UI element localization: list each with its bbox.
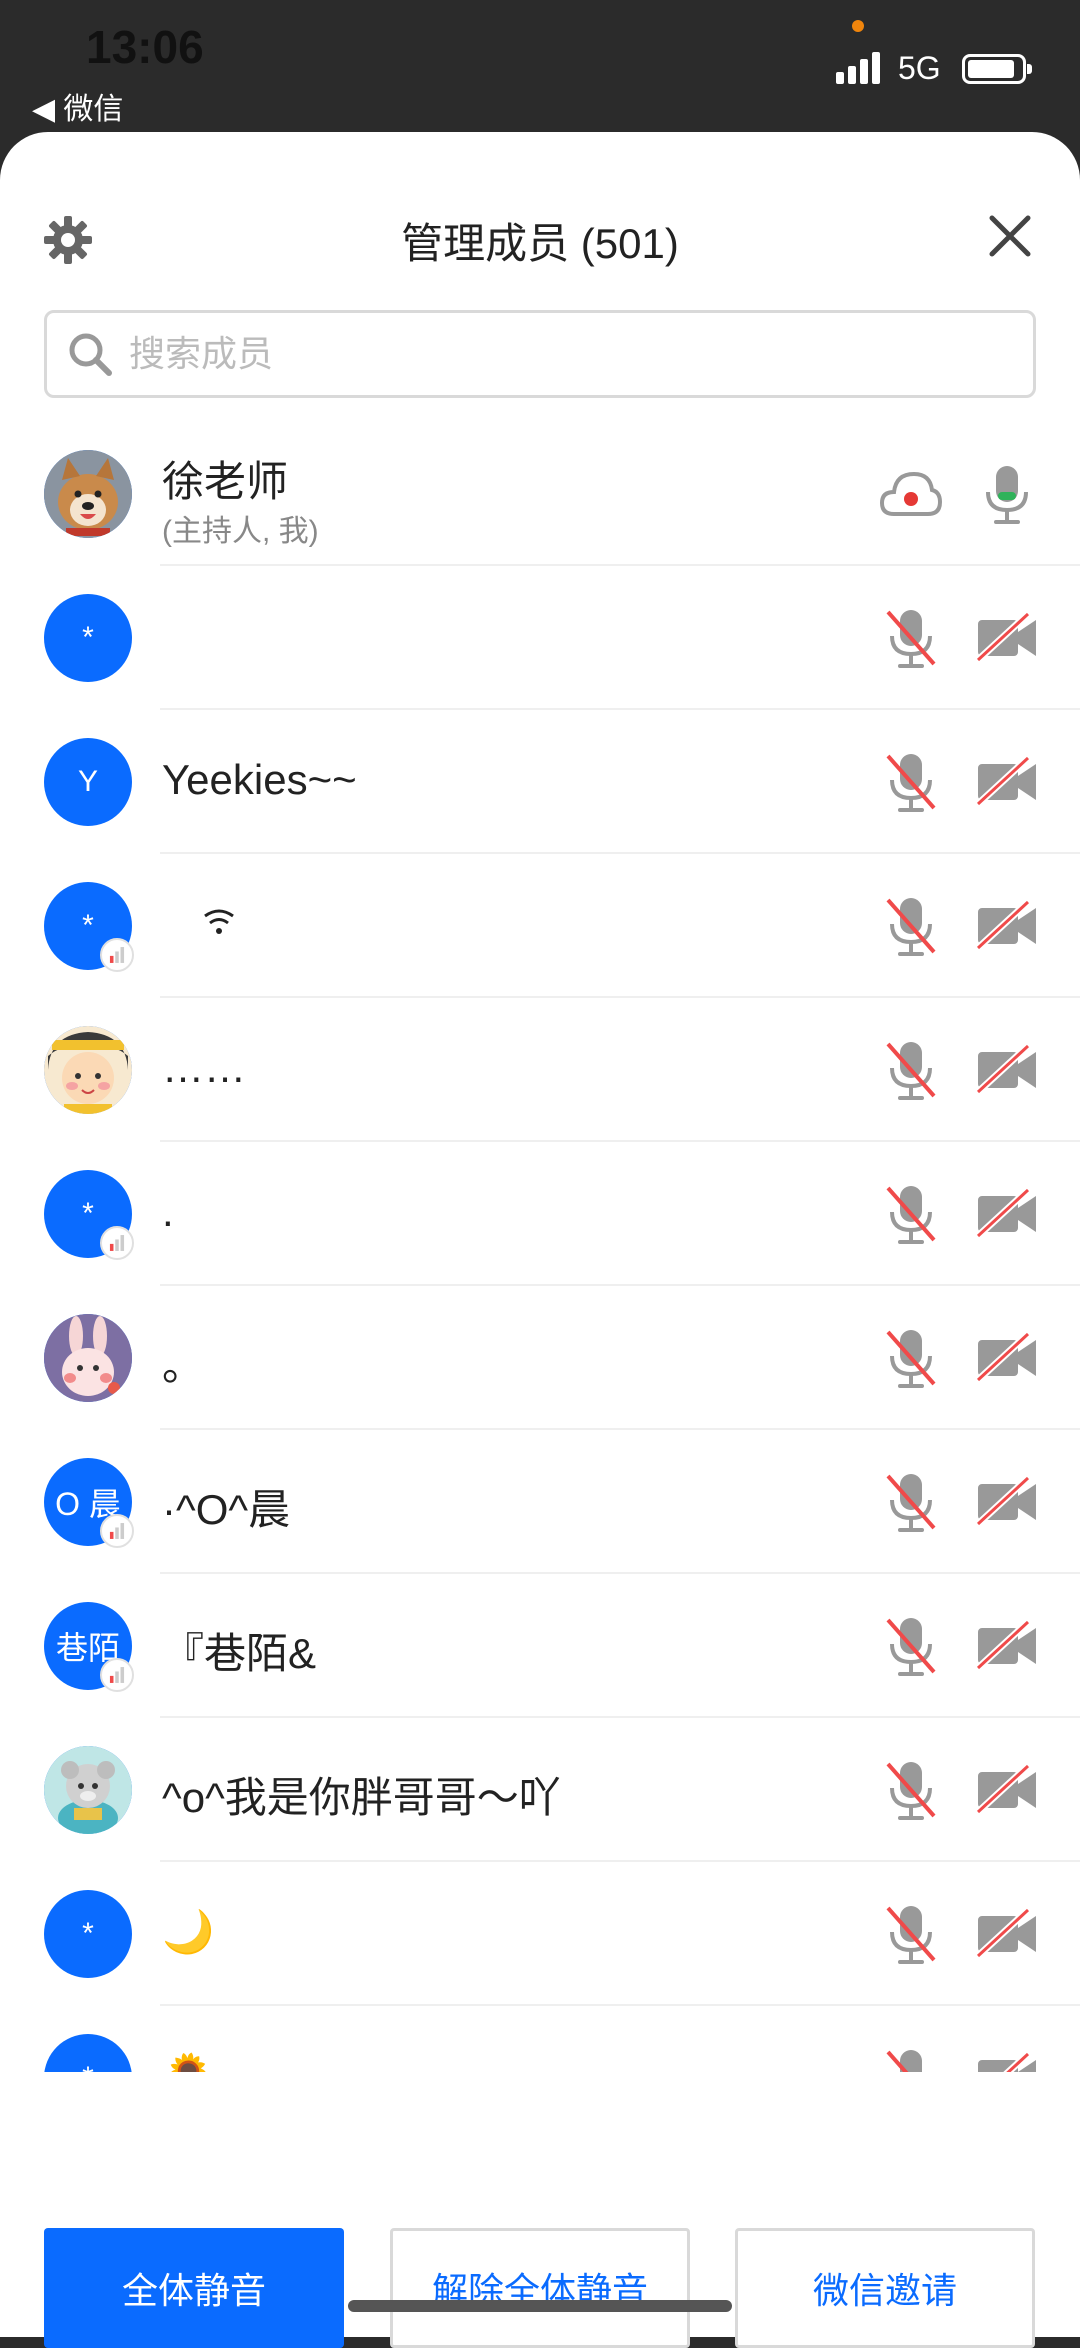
member-name: ^o^我是你胖哥哥～吖 [162,1774,561,1821]
member-management-sheet: 管理成员 (501) 徐老师 (主持人, 我) * Y Yeekies~~ * …… [0,132,1080,2348]
wechat-invite-button[interactable]: 微信邀请 [735,2228,1035,2348]
member-row[interactable]: ^o^我是你胖哥哥～吖 [0,1718,1080,1862]
avatar [44,1746,132,1834]
avatar [44,1314,132,1402]
microphone-muted-icon[interactable] [880,1614,942,1678]
status-bar: 13:06 ◀ 微信 5G [0,0,1080,135]
bunny-image [44,1314,132,1402]
network-type: 5G [898,50,941,86]
avatar-initials: * [82,2061,94,2072]
member-row[interactable]: * [0,854,1080,998]
microphone-muted-icon[interactable] [880,894,942,958]
member-row[interactable]: …… [0,998,1080,1142]
camera-off-icon[interactable] [976,754,1038,810]
member-row[interactable]: *🌻 [0,2006,1080,2072]
camera-off-icon[interactable] [976,1762,1038,1818]
member-role: (主持人, 我) [162,515,319,548]
footer-actions: 全体静音 解除全体静音 微信邀请 [0,2082,1080,2348]
avatar: * [44,1890,132,1978]
unmute-all-button[interactable]: 解除全体静音 [390,2228,690,2348]
member-row[interactable]: 。 [0,1286,1080,1430]
toy-figure-image [44,1746,132,1834]
sheet-header: 管理成员 (501) [0,132,1080,302]
camera-off-icon[interactable] [976,1618,1038,1674]
member-name: ·^O^晨 [162,1486,291,1533]
weak-signal-icon [100,938,134,972]
avatar: * [44,882,134,972]
camera-off-icon[interactable] [976,1906,1038,1962]
page-title: 管理成员 (501) [401,220,679,267]
member-name: 『巷陌& [162,1630,317,1677]
avatar [44,1026,132,1114]
member-name: 🌙 [162,1908,215,1955]
back-to-wechat-link[interactable]: ◀ 微信 [32,84,123,128]
member-row[interactable]: 巷陌 『巷陌& [0,1574,1080,1718]
avatar-initials: Y [77,765,98,798]
avatar: * [44,2034,132,2072]
avatar: O 晨 [44,1458,134,1548]
avatar: * [44,1170,134,1260]
member-row[interactable]: * 🌙 [0,1862,1080,2006]
member-row[interactable]: 徐老师 (主持人, 我) [0,422,1080,566]
microphone-muted-icon[interactable] [880,1470,942,1534]
battery-icon [962,54,1032,84]
mute-all-button[interactable]: 全体静音 [44,2228,344,2348]
avatar-initials: * [82,909,94,942]
search-input[interactable] [129,313,1009,395]
camera-off-icon[interactable] [976,1186,1038,1242]
member-row[interactable]: Y Yeekies~~ [0,710,1080,854]
microphone-muted-icon[interactable] [880,1038,942,1102]
microphone-muted-icon[interactable] [880,1326,942,1390]
camera-off-icon[interactable] [976,610,1038,666]
member-search-box[interactable] [44,310,1036,398]
microphone-on-icon[interactable] [976,462,1038,526]
member-name: . [162,1188,174,1235]
avatar [44,450,132,538]
weak-signal-icon [100,1226,134,1260]
member-name: 。 [162,1342,205,1389]
microphone-muted-icon[interactable] [880,1182,942,1246]
home-indicator[interactable] [348,2300,732,2312]
microphone-muted-icon[interactable] [880,1902,942,1966]
avatar-initials: * [82,1917,94,1950]
microphone-muted-icon[interactable] [880,2046,942,2072]
camera-off-icon[interactable] [976,1330,1038,1386]
close-icon[interactable] [986,212,1034,260]
microphone-muted-icon[interactable] [880,1758,942,1822]
weak-signal-icon [100,1514,134,1548]
cartoon-girl-image [44,1026,132,1114]
avatar: * [44,594,132,682]
camera-off-icon[interactable] [976,1042,1038,1098]
camera-off-icon[interactable] [976,1474,1038,1530]
weak-signal-icon [100,1658,134,1692]
avatar: Y [44,738,132,826]
member-row[interactable]: *. [0,1142,1080,1286]
member-list[interactable]: 徐老师 (主持人, 我) * Y Yeekies~~ * …… *. 。 O 晨… [0,422,1080,2072]
microphone-muted-icon[interactable] [880,750,942,814]
member-name: 🌻 [162,2052,214,2072]
avatar: 巷陌 [44,1602,134,1692]
privacy-indicator-icon [852,20,864,32]
search-icon [69,333,112,376]
member-row[interactable]: O 晨 ·^O^晨 [0,1430,1080,1574]
camera-off-icon[interactable] [976,2050,1038,2072]
member-row[interactable]: * [0,566,1080,710]
member-name: 徐老师 [162,458,289,505]
avatar-initials: * [82,621,94,654]
status-time: 13:06 [86,21,204,73]
dog-photo-image [44,450,132,538]
camera-off-icon[interactable] [976,898,1038,954]
microphone-muted-icon[interactable] [880,606,942,670]
wifi-icon [202,904,236,938]
member-name: Yeekies~~ [162,756,357,803]
member-name: …… [162,1044,246,1091]
cellular-signal-icon [836,52,880,84]
avatar-initials: * [82,1197,94,1230]
cloud-record-icon[interactable] [880,468,942,520]
